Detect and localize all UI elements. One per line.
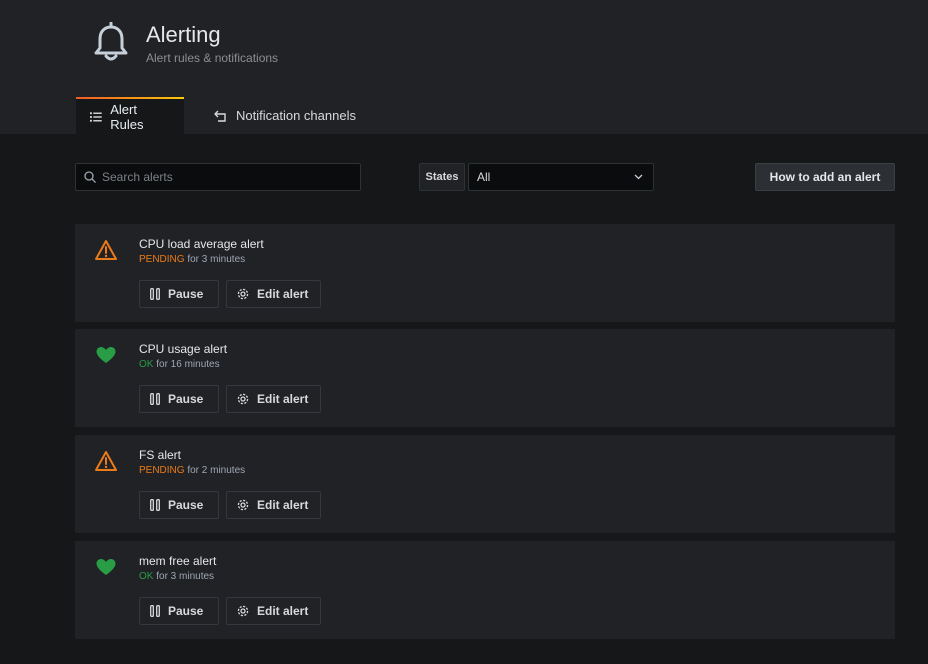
edit-alert-button[interactable]: Edit alert: [226, 491, 321, 519]
alert-card: FS alert PENDING for 2 minutes Pause Edit a…: [75, 435, 895, 533]
alert-status: PENDING for 2 minutes: [139, 465, 245, 476]
states-label: States: [419, 163, 465, 191]
gear-icon: [237, 605, 249, 617]
pause-icon: [150, 605, 160, 617]
alert-status: OK for 3 minutes: [139, 571, 214, 582]
pause-label: Pause: [168, 498, 204, 512]
bell-icon: [94, 22, 128, 61]
alert-duration: for 3 minutes: [187, 254, 246, 265]
alert-card: CPU load average alert PENDING for 3 minu…: [75, 224, 895, 322]
page-title: Alerting: [146, 22, 221, 47]
list-icon: [90, 111, 102, 122]
tab-label: Alert Rules: [110, 101, 144, 132]
alert-card: mem free alert OK for 3 minutes Pause Edit …: [75, 541, 895, 639]
states-select[interactable]: All: [468, 163, 654, 191]
alert-name[interactable]: FS alert: [139, 448, 181, 462]
gear-icon: [237, 288, 249, 300]
pause-button[interactable]: Pause: [139, 491, 219, 519]
alert-card: CPU usage alert OK for 16 minutes Pause Edi…: [75, 329, 895, 427]
gear-icon: [237, 499, 249, 511]
alert-status: PENDING for 3 minutes: [139, 254, 245, 265]
alert-name[interactable]: CPU load average alert: [139, 237, 264, 251]
share-icon: [214, 110, 226, 122]
edit-label: Edit alert: [257, 498, 309, 512]
warning-icon: [95, 240, 117, 260]
alert-duration: for 3 minutes: [156, 571, 215, 582]
heart-icon: [96, 559, 116, 575]
edit-label: Edit alert: [257, 604, 309, 618]
search-input[interactable]: [102, 170, 342, 184]
how-to-add-alert-button[interactable]: How to add an alert: [755, 163, 895, 191]
search-icon: [84, 171, 96, 183]
search-box[interactable]: [75, 163, 361, 191]
pause-icon: [150, 499, 160, 511]
page-header: Alerting Alert rules & notifications Ale…: [0, 0, 928, 134]
chevron-down-icon: [634, 174, 643, 180]
edit-alert-button[interactable]: Edit alert: [226, 280, 321, 308]
alert-name[interactable]: CPU usage alert: [139, 342, 227, 356]
edit-label: Edit alert: [257, 392, 309, 406]
pause-button[interactable]: Pause: [139, 280, 219, 308]
alert-duration: for 16 minutes: [156, 359, 220, 370]
alert-duration: for 2 minutes: [187, 465, 246, 476]
pause-label: Pause: [168, 287, 204, 301]
states-select-value: All: [477, 170, 491, 184]
pause-label: Pause: [168, 604, 204, 618]
gear-icon: [237, 393, 249, 405]
warning-icon: [95, 451, 117, 471]
alert-status: OK for 16 minutes: [139, 359, 220, 370]
alert-state: OK: [139, 571, 154, 582]
alert-state: OK: [139, 359, 154, 370]
pause-icon: [150, 288, 160, 300]
page-subtitle: Alert rules & notifications: [146, 51, 279, 65]
edit-alert-button[interactable]: Edit alert: [226, 597, 321, 625]
heart-icon: [96, 347, 116, 363]
edit-label: Edit alert: [257, 287, 309, 301]
alert-name[interactable]: mem free alert: [139, 554, 216, 568]
tab-alert-rules[interactable]: Alert Rules: [76, 97, 184, 134]
pause-label: Pause: [168, 392, 204, 406]
pause-icon: [150, 393, 160, 405]
tab-notification-channels[interactable]: Notification channels: [200, 97, 370, 134]
tab-label: Notification channels: [236, 108, 356, 123]
alert-state: PENDING: [139, 254, 185, 265]
pause-button[interactable]: Pause: [139, 597, 219, 625]
pause-button[interactable]: Pause: [139, 385, 219, 413]
alert-state: PENDING: [139, 465, 185, 476]
edit-alert-button[interactable]: Edit alert: [226, 385, 321, 413]
